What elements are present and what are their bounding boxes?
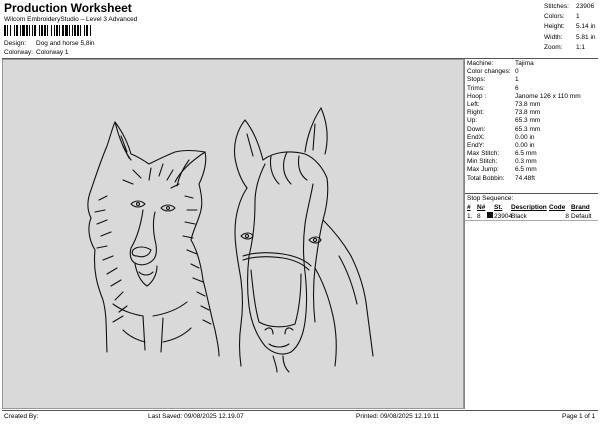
dog-horse-artwork bbox=[87, 107, 374, 373]
info-value: Janome 126 x 110 mm bbox=[515, 92, 581, 100]
design-preview bbox=[2, 59, 464, 409]
meta-design-value: Dog and horse 5,8in bbox=[36, 40, 95, 47]
meta-colorway: Colorway: Colorway 1 bbox=[4, 49, 69, 56]
info-value: 0.00 in bbox=[515, 141, 535, 149]
info-label: EndX: bbox=[467, 133, 485, 141]
col-code: Code bbox=[549, 204, 566, 211]
stat-colors: Colors: 1 bbox=[544, 12, 598, 22]
info-row: Max Stitch: 6.5 mm bbox=[467, 150, 598, 158]
info-value: 73.8 mm bbox=[515, 100, 541, 108]
info-label: Color changes: bbox=[467, 68, 511, 76]
divider bbox=[465, 193, 598, 194]
meta-colorway-value: Colorway 1 bbox=[36, 49, 69, 56]
row-needle: 8 bbox=[477, 212, 481, 220]
info-row: Hoop : Janome 126 x 110 mm bbox=[467, 93, 598, 101]
col-brand: Brand bbox=[571, 204, 590, 211]
info-row: Color changes: 0 bbox=[467, 68, 598, 76]
info-value: 6.5 mm bbox=[515, 150, 537, 158]
stat-value: 1:1 bbox=[576, 43, 586, 51]
meta-design-label: Design: bbox=[4, 40, 27, 47]
info-label: Stops: bbox=[467, 76, 486, 84]
info-row: Up: 65.3 mm bbox=[467, 117, 598, 125]
info-row: Stops: 1 bbox=[467, 76, 598, 84]
info-row: Down: 65.3 mm bbox=[467, 126, 598, 134]
info-row: EndY: 0.00 in bbox=[467, 142, 598, 150]
col-swatch bbox=[487, 204, 494, 211]
info-value: 0 bbox=[515, 68, 519, 76]
stats-panel: Stitches: 23906 Colors: 1 Height: 5.14 in W… bbox=[544, 2, 598, 53]
stat-width: Width: 5.81 in bbox=[544, 33, 598, 43]
stat-value: 1 bbox=[576, 13, 580, 21]
col-stop: # bbox=[467, 204, 471, 211]
info-label: Max Stitch: bbox=[467, 150, 500, 158]
stat-label: Width: bbox=[544, 33, 563, 41]
row-brand: Default bbox=[571, 212, 592, 220]
info-row: Machine: Tajima bbox=[467, 60, 598, 68]
stat-height: Height: 5.14 in bbox=[544, 22, 598, 32]
software-subtitle: Wilcom EmbroideryStudio – Level 3 Advanc… bbox=[4, 16, 138, 23]
machine-info-panel: Machine: Tajima Color changes: 0 Stops: 1 T… bbox=[467, 60, 598, 183]
stat-value: 5.81 in bbox=[576, 33, 596, 41]
info-value: 65.3 mm bbox=[515, 125, 541, 133]
info-row: Right: 73.8 mm bbox=[467, 109, 598, 117]
page-number: Page 1 of 1 bbox=[562, 413, 596, 420]
info-value: 6.5 mm bbox=[515, 166, 537, 174]
info-row: Trims: 6 bbox=[467, 85, 598, 93]
stat-label: Zoom: bbox=[544, 43, 563, 51]
last-saved: Last Saved: 09/08/2025 12.19.07 bbox=[148, 413, 244, 420]
printed-date: Printed: 09/08/2025 12.19.11 bbox=[356, 413, 440, 420]
row-code: 8 bbox=[565, 212, 569, 220]
info-row: Total Bobbin: 74.48ft bbox=[467, 175, 598, 183]
barcode bbox=[4, 25, 91, 36]
info-value: 74.48ft bbox=[515, 174, 535, 182]
stat-zoom: Zoom: 1:1 bbox=[544, 43, 598, 53]
row-stop: 1. bbox=[467, 212, 473, 220]
info-label: Right: bbox=[467, 109, 484, 117]
created-by: Created By: bbox=[4, 413, 39, 420]
stat-stitches: Stitches: 23906 bbox=[544, 2, 598, 12]
info-label: Up: bbox=[467, 117, 478, 125]
meta-design: Design: Dog and horse 5,8in bbox=[4, 40, 95, 47]
info-label: Machine: bbox=[467, 60, 494, 67]
stat-value: 5.14 in bbox=[576, 23, 596, 31]
info-row: Left: 73.8 mm bbox=[467, 101, 598, 109]
info-value: 0.00 in bbox=[515, 133, 535, 141]
row-description: Black bbox=[511, 212, 527, 220]
info-value: 1 bbox=[515, 76, 519, 84]
info-value: 0.3 mm bbox=[515, 158, 537, 166]
info-label: Total Bobbin: bbox=[467, 174, 505, 182]
info-label: Max Jump: bbox=[467, 166, 499, 174]
info-value: 6 bbox=[515, 84, 519, 92]
page-title: Production Worksheet bbox=[4, 1, 132, 15]
info-label: EndY: bbox=[467, 141, 485, 149]
col-stitches: St. bbox=[494, 204, 503, 211]
divider bbox=[465, 220, 598, 221]
stop-sequence-header: # N# St. Description Code Brand bbox=[467, 204, 598, 211]
info-label: Left: bbox=[467, 100, 480, 108]
row-stitches: 23904 bbox=[494, 212, 513, 220]
info-value: 73.8 mm bbox=[515, 109, 541, 117]
info-label: Hoop : bbox=[467, 92, 487, 100]
info-value: 65.3 mm bbox=[515, 117, 541, 125]
stat-label: Stitches: bbox=[544, 3, 569, 10]
panel-divider bbox=[464, 59, 465, 409]
info-label: Down: bbox=[467, 125, 486, 133]
table-row: 1. 8 23904 Black 8 Default bbox=[467, 212, 598, 220]
info-row: Min Stitch: 0.3 mm bbox=[467, 158, 598, 166]
col-needle: N# bbox=[477, 204, 486, 211]
swatch-fill bbox=[487, 212, 493, 218]
stat-label: Colors: bbox=[544, 13, 565, 21]
color-swatch bbox=[487, 212, 494, 220]
stat-label: Height: bbox=[544, 23, 565, 31]
meta-colorway-label: Colorway: bbox=[4, 49, 33, 56]
col-description: Description bbox=[511, 204, 547, 211]
stop-sequence-title: Stop Sequence: bbox=[467, 195, 514, 202]
info-label: Min Stitch: bbox=[467, 158, 498, 166]
info-value: Tajima bbox=[515, 60, 534, 67]
stat-value: 23906 bbox=[576, 3, 595, 10]
info-row: Max Jump: 6.5 mm bbox=[467, 166, 598, 174]
info-label: Trims: bbox=[467, 84, 485, 92]
footer-divider bbox=[2, 410, 598, 411]
info-row: EndX: 0.00 in bbox=[467, 134, 598, 142]
